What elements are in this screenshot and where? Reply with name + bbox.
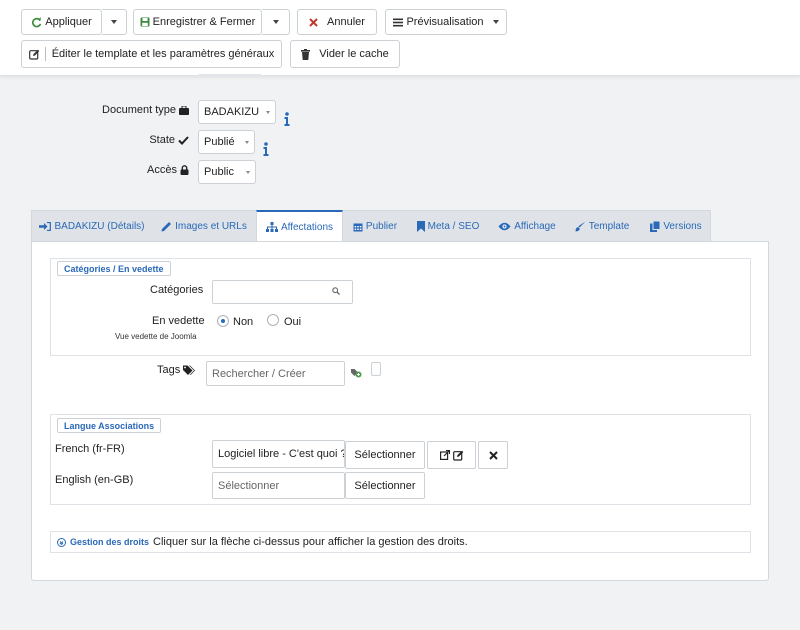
- toolbar: Appliquer Enregistrer & Fermer Annuler P…: [0, 0, 800, 76]
- info-icon[interactable]: [263, 142, 269, 159]
- eye-icon: [498, 222, 511, 231]
- featured-description: Vue vedette de Joomla: [115, 332, 197, 341]
- categories-legend: Catégories / En vedette: [57, 261, 171, 276]
- access-value: Public: [204, 166, 234, 178]
- caret-down-icon: [111, 20, 117, 24]
- cancel-button[interactable]: Annuler: [297, 9, 377, 35]
- calendar-icon: [353, 222, 363, 232]
- tab-details[interactable]: BADAKIZU (Détails): [32, 211, 152, 242]
- tags-label: Tags: [157, 364, 196, 376]
- featured-radio-no[interactable]: [217, 315, 229, 327]
- brush-icon: [575, 221, 586, 232]
- apply-button[interactable]: Appliquer: [21, 9, 102, 35]
- preview-button[interactable]: Prévisualisation: [385, 9, 507, 35]
- toolbar-divider: [199, 74, 261, 76]
- tab-bar: BADAKIZU (Détails) Images et URLs Affect…: [31, 210, 711, 242]
- caret-down-icon: [266, 111, 270, 114]
- caret-down-icon: [246, 171, 250, 174]
- clear-cache-button[interactable]: Vider le cache: [290, 40, 400, 68]
- tags-checkbox[interactable]: [371, 362, 381, 376]
- permissions-hint: Cliquer sur la flèche ci-dessus pour aff…: [153, 536, 468, 548]
- caret-down-icon: [492, 20, 499, 24]
- french-edit-button[interactable]: [427, 441, 476, 469]
- french-language-label: French (fr-FR): [55, 443, 125, 455]
- sitemap-icon: [265, 222, 278, 232]
- french-select-button[interactable]: Sélectionner: [345, 441, 425, 469]
- tab-versions[interactable]: Versions: [644, 211, 708, 242]
- english-select-button[interactable]: Sélectionner: [345, 472, 425, 499]
- close-icon: [309, 17, 318, 27]
- language-associations-legend: Langue Associations: [57, 418, 162, 433]
- tab-meta-seo[interactable]: Meta / SEO: [410, 211, 486, 242]
- featured-option-yes-label: Oui: [284, 316, 302, 328]
- check-icon: [178, 135, 189, 145]
- state-select[interactable]: Publié: [198, 130, 255, 154]
- tab-assignments[interactable]: Affectations: [256, 210, 343, 242]
- floppy-icon: [140, 17, 150, 27]
- search-icon: [332, 286, 340, 298]
- new-tag-icon[interactable]: [351, 368, 362, 381]
- save-dropdown-button[interactable]: [262, 9, 290, 35]
- copy-icon: [650, 221, 661, 232]
- preview-label: Prévisualisation: [406, 16, 484, 28]
- permissions-toggle[interactable]: Gestion des droits: [57, 537, 149, 547]
- permissions-bar: Gestion des droits Cliquer sur la flèche…: [50, 531, 751, 553]
- tags-icon: [183, 365, 196, 376]
- document-type-select[interactable]: BADAKIZU: [198, 100, 276, 124]
- document-type-label: Document type: [60, 102, 189, 118]
- caret-down-icon: [272, 20, 279, 24]
- chevron-icon: [57, 537, 66, 547]
- edit-icon: [452, 450, 464, 461]
- edit-icon: [28, 49, 40, 60]
- french-clear-button[interactable]: [478, 441, 508, 469]
- state-value: Publié: [204, 136, 235, 148]
- save-close-button[interactable]: Enregistrer & Fermer: [133, 9, 262, 35]
- close-icon: [488, 450, 498, 460]
- english-association-field[interactable]: [212, 472, 345, 499]
- english-language-label: English (en-GB): [55, 474, 134, 486]
- refresh-icon: [31, 16, 42, 28]
- featured-option-no-label: Non: [233, 316, 254, 328]
- access-select[interactable]: Public: [198, 160, 256, 184]
- apply-dropdown-button[interactable]: [102, 9, 127, 35]
- edit-template-button[interactable]: Éditer le template et les paramètres gén…: [21, 40, 282, 68]
- tab-publish[interactable]: Publier: [347, 211, 403, 242]
- bookmark-icon: [416, 221, 425, 232]
- tab-template[interactable]: Template: [570, 211, 634, 242]
- tags-search-input[interactable]: [206, 361, 345, 386]
- sign-in-icon: [39, 222, 52, 231]
- trash-icon: [301, 48, 311, 60]
- briefcase-icon: [179, 105, 189, 115]
- cancel-label: Annuler: [327, 16, 365, 28]
- tab-images[interactable]: Images et URLs: [154, 211, 254, 242]
- apply-label: Appliquer: [45, 16, 92, 28]
- featured-label: En vedette: [152, 315, 205, 327]
- pencil-icon: [161, 221, 172, 232]
- state-label: State: [60, 132, 189, 148]
- tab-display[interactable]: Affichage: [494, 211, 560, 242]
- external-link-icon: [439, 450, 450, 460]
- lock-icon: [180, 165, 189, 175]
- caret-down-icon: [245, 141, 249, 144]
- access-label: Accès: [60, 162, 189, 178]
- list-icon: [393, 18, 404, 27]
- featured-radio-yes[interactable]: [267, 314, 279, 326]
- save-close-label: Enregistrer & Fermer: [152, 16, 256, 28]
- clear-cache-label: Vider le cache: [319, 48, 389, 60]
- document-type-value: BADAKIZU: [204, 106, 260, 118]
- french-association-field[interactable]: Logiciel libre - C'est quoi ?: [212, 440, 345, 468]
- info-icon[interactable]: [284, 112, 290, 129]
- edit-template-label: Éditer le template et les paramètres gén…: [51, 48, 275, 60]
- categories-label: Catégories: [150, 284, 204, 296]
